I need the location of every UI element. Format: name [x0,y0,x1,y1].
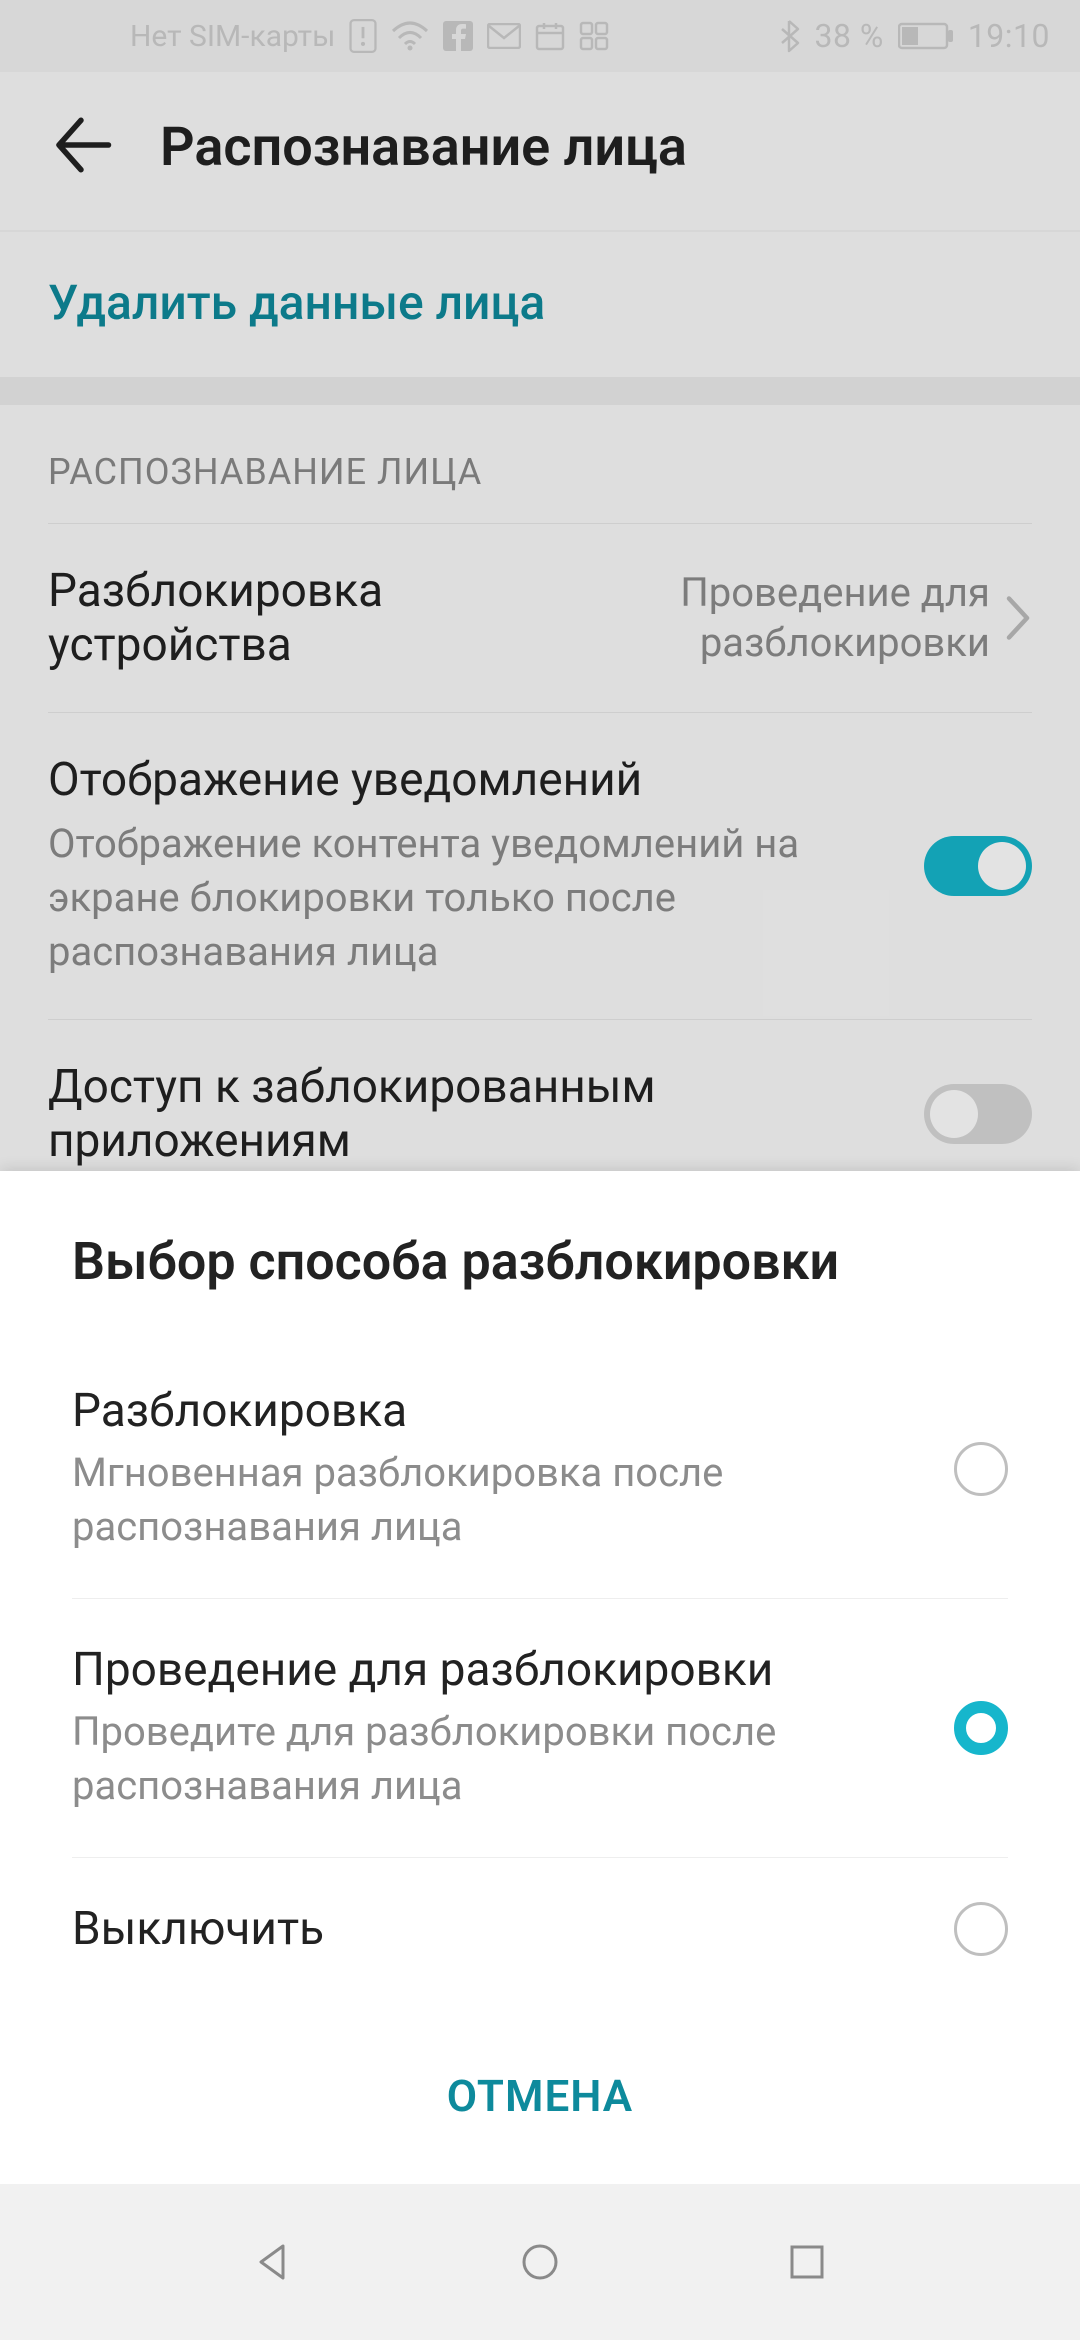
section-header: РАСПОЗНАВАНИЕ ЛИЦА [48,405,1032,523]
system-nav-bar [0,2184,1080,2340]
unlock-device-value: Проведение для разблокировки [590,568,990,668]
bluetooth-icon [778,19,800,53]
unlock-device-item[interactable]: Разблокировка устройства Проведение для … [48,523,1032,712]
app-header: Распознавание лица [0,72,1080,230]
option-off-title: Выключить [72,1902,924,1956]
facebook-icon [443,21,473,51]
nav-recent-button[interactable] [775,2230,839,2294]
unlock-method-sheet: Выбор способа разблокировки Разблокировк… [0,1171,1080,2184]
wifi-icon [391,21,429,51]
option-direct-unlock-radio[interactable] [954,1442,1008,1496]
option-direct-unlock-title: Разблокировка [72,1384,924,1438]
sim-status-text: Нет SIM-карты [130,19,335,54]
triangle-back-icon [251,2240,295,2284]
option-off[interactable]: Выключить [72,1858,1008,2000]
option-swipe-unlock-radio[interactable] [954,1701,1008,1755]
nav-back-button[interactable] [241,2230,305,2294]
notifications-item[interactable]: Отображение уведомлений Отображение конт… [48,712,1032,1019]
locked-apps-title: Доступ к заблокированным приложениям [48,1060,900,1168]
option-direct-unlock[interactable]: Разблокировка Мгновенная разблокировка п… [72,1340,1008,1599]
circle-home-icon [518,2240,562,2284]
clock-text: 19:10 [968,17,1050,55]
option-off-radio[interactable] [954,1902,1008,1956]
option-swipe-unlock-desc: Проведите для разблокировки после распоз… [72,1705,924,1813]
delete-face-data-label: Удалить данные лица [48,274,545,331]
square-recent-icon [787,2242,827,2282]
battery-icon [898,22,954,50]
arrow-left-icon [48,112,114,178]
unlock-device-title: Разблокировка устройства [48,564,566,672]
notifications-title: Отображение уведомлений [48,753,900,807]
option-direct-unlock-desc: Мгновенная разблокировка после распознав… [72,1446,924,1554]
page-title: Распознавание лица [160,116,687,179]
locked-apps-toggle[interactable] [924,1084,1032,1144]
cancel-button[interactable]: ОТМЕНА [447,2070,633,2122]
sheet-title: Выбор способа разблокировки [72,1231,1008,1292]
status-bar: Нет SIM-карты 38 % [0,0,1080,72]
notifications-desc: Отображение контента уведомлений на экра… [48,817,900,979]
battery-percent-text: 38 % [814,17,883,55]
delete-face-data-link[interactable]: Удалить данные лица [0,232,1080,377]
chevron-right-icon [1004,594,1032,642]
back-button[interactable] [48,112,114,182]
calendar-icon [535,21,565,51]
apps-icon [579,21,609,51]
option-swipe-unlock[interactable]: Проведение для разблокировки Проведите д… [72,1599,1008,1858]
nav-home-button[interactable] [508,2230,572,2294]
option-swipe-unlock-title: Проведение для разблокировки [72,1643,924,1697]
sim-alert-icon [349,19,377,53]
mail-icon [487,23,521,49]
notifications-toggle[interactable] [924,836,1032,896]
section-divider [0,377,1080,405]
